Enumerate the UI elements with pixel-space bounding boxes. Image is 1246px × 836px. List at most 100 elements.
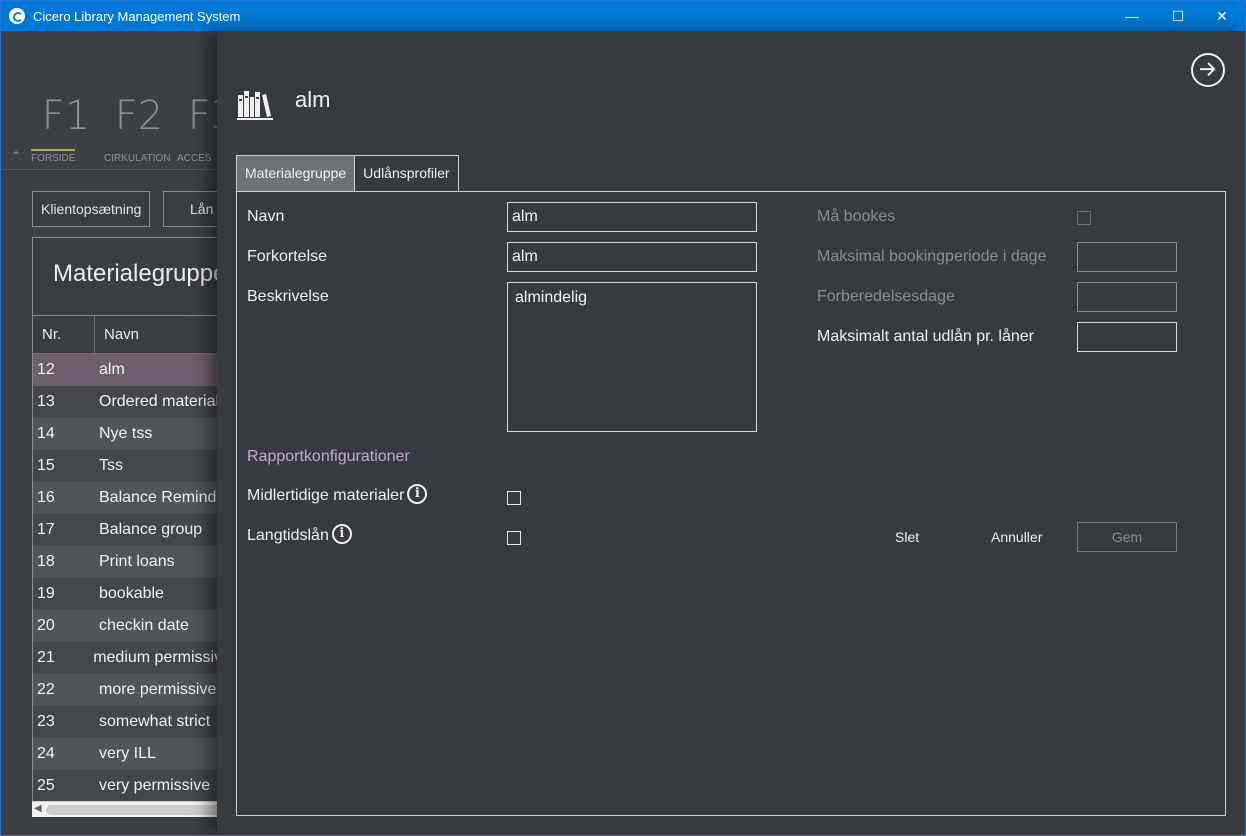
gem-button[interactable]: Gem bbox=[1077, 522, 1177, 552]
row-nr: 19 bbox=[37, 585, 55, 602]
langtidslaan-checkbox[interactable] bbox=[507, 531, 521, 545]
table-row[interactable]: 17 Balance group bbox=[33, 514, 231, 546]
tab-materialegruppe[interactable]: Materialegruppe bbox=[236, 155, 356, 191]
row-navn: Balance Reminder bbox=[99, 489, 231, 506]
row-nr: 16 bbox=[37, 489, 55, 506]
table-row[interactable]: 25 very permissive bbox=[33, 770, 231, 802]
table-row[interactable]: 18 Print loans bbox=[33, 546, 231, 578]
list-header: Nr. Navn bbox=[33, 316, 231, 354]
langtidslaan-label: Langtidslån i bbox=[247, 524, 352, 546]
row-nr: 12 bbox=[37, 361, 55, 378]
maa-bookes-checkbox[interactable] bbox=[1077, 211, 1091, 225]
info-icon[interactable]: i bbox=[331, 524, 352, 544]
navn-label: Navn bbox=[247, 208, 285, 225]
scroll-left-icon[interactable]: ◀ bbox=[34, 803, 42, 814]
books-icon bbox=[237, 91, 273, 120]
row-navn: very ILL bbox=[99, 745, 156, 762]
maks-udlaan-input[interactable] bbox=[1077, 322, 1177, 352]
row-nr: 14 bbox=[37, 425, 55, 442]
cicero-logo-icon bbox=[9, 8, 25, 24]
row-nr: 18 bbox=[37, 553, 55, 570]
row-nr: 24 bbox=[37, 745, 55, 762]
close-window-button[interactable]: ✕ bbox=[1199, 1, 1245, 31]
scroll-thumb[interactable] bbox=[46, 805, 236, 815]
langtidslaan-label-text: Langtidslån bbox=[247, 527, 329, 545]
forkortelse-input[interactable] bbox=[507, 242, 757, 272]
fkey-forside[interactable]: F1 FORSIDE bbox=[31, 93, 101, 164]
midlertidige-checkbox[interactable] bbox=[507, 491, 521, 505]
divider bbox=[1, 169, 217, 170]
forberedelsesdage-label: Forberedelsesdage bbox=[817, 288, 955, 305]
app-window: Cicero Library Management System — ☐ ✕ F… bbox=[0, 0, 1246, 836]
table-row[interactable]: 24 very ILL bbox=[33, 738, 231, 770]
rapportkonfigurationer-heading: Rapportkonfigurationer bbox=[247, 448, 410, 465]
row-nr: 21 bbox=[37, 649, 55, 666]
slet-button[interactable]: Slet bbox=[895, 529, 919, 545]
materialegruppe-form: Navn Forkortelse Beskrivelse almindelig … bbox=[236, 191, 1226, 816]
background-app: F1 FORSIDE F2 CIRKULATION F3 ACCES ⌃ Kli… bbox=[1, 31, 236, 835]
table-row[interactable]: 19 bookable bbox=[33, 578, 231, 610]
row-navn: checkin date bbox=[99, 617, 189, 634]
list-title: Materialegrupper bbox=[33, 238, 231, 316]
row-navn: medium permissive bbox=[93, 649, 231, 666]
midlertidige-label-text: Midlertidige materialer bbox=[247, 487, 405, 505]
table-row[interactable]: 22 more permissive bbox=[33, 674, 231, 706]
row-nr: 23 bbox=[37, 713, 55, 730]
table-row[interactable]: 23 somewhat strict bbox=[33, 706, 231, 738]
table-row[interactable]: 15 Tss bbox=[33, 450, 231, 482]
fkey-cirkulation[interactable]: F2 CIRKULATION bbox=[104, 93, 174, 164]
function-key-nav: F1 FORSIDE F2 CIRKULATION F3 ACCES ⌃ bbox=[1, 31, 236, 171]
row-navn: very permissive bbox=[99, 777, 211, 794]
column-header-nr[interactable]: Nr. bbox=[33, 316, 95, 353]
row-navn: Nye tss bbox=[99, 425, 153, 442]
chevron-up-icon[interactable]: ⌃ bbox=[11, 149, 21, 163]
horizontal-scrollbar[interactable]: ◀ bbox=[32, 801, 236, 817]
fkey-label: CIRKULATION bbox=[104, 153, 171, 164]
row-navn: bookable bbox=[99, 585, 164, 602]
maks-bookingperiode-label: Maksimal bookingperiode i dage bbox=[817, 248, 1047, 265]
row-navn: Balance group bbox=[99, 521, 203, 538]
minimize-button[interactable]: — bbox=[1109, 1, 1155, 31]
navn-input[interactable] bbox=[507, 202, 757, 232]
table-row[interactable]: 16 Balance Reminder bbox=[33, 482, 231, 514]
tab-udlaansprofiler[interactable]: Udlånsprofiler bbox=[355, 155, 459, 191]
maa-bookes-label: Må bookes bbox=[817, 208, 896, 225]
row-nr: 22 bbox=[37, 681, 55, 698]
list-rows: 12 alm 13 Ordered materials 14 Nye tss 15 Tss 16… bbox=[33, 354, 231, 802]
row-navn: alm bbox=[99, 361, 125, 378]
row-navn: more permissive bbox=[99, 681, 217, 698]
panel-title: alm bbox=[295, 87, 331, 112]
maximize-button[interactable]: ☐ bbox=[1155, 1, 1201, 31]
klientopsaetning-button[interactable]: Klientopsætning bbox=[32, 191, 151, 227]
row-navn: Print loans bbox=[99, 553, 175, 570]
fkey-label: FORSIDE bbox=[31, 149, 76, 164]
column-header-navn[interactable]: Navn bbox=[95, 316, 139, 353]
table-row[interactable]: 21 medium permissive bbox=[33, 642, 231, 674]
maks-udlaan-label: Maksimalt antal udlån pr. låner bbox=[817, 328, 1034, 345]
forberedelsesdage-input[interactable] bbox=[1077, 282, 1177, 312]
table-row[interactable]: 20 checkin date bbox=[33, 610, 231, 642]
row-navn: Tss bbox=[99, 457, 123, 474]
title-bar: Cicero Library Management System — ☐ ✕ bbox=[1, 1, 1245, 31]
annuller-button[interactable]: Annuller bbox=[991, 529, 1042, 545]
beskrivelse-label: Beskrivelse bbox=[247, 288, 329, 305]
row-nr: 25 bbox=[37, 777, 55, 794]
maks-bookingperiode-input[interactable] bbox=[1077, 242, 1177, 272]
arrow-right-circle-icon[interactable] bbox=[1191, 53, 1225, 87]
table-row[interactable]: 14 Nye tss bbox=[33, 418, 231, 450]
beskrivelse-textarea[interactable]: almindelig bbox=[507, 282, 757, 432]
window-title: Cicero Library Management System bbox=[33, 9, 241, 24]
table-row[interactable]: 13 Ordered materials bbox=[33, 386, 231, 418]
fkey-label: ACCES bbox=[177, 153, 212, 164]
row-nr: 13 bbox=[37, 393, 55, 410]
tab-bar: Materialegruppe Udlånsprofiler bbox=[236, 155, 459, 191]
detail-panel: alm Materialegruppe Udlånsprofiler Navn … bbox=[217, 31, 1245, 835]
info-icon[interactable]: i bbox=[407, 484, 428, 504]
table-row[interactable]: 12 alm bbox=[33, 354, 231, 386]
fkey-number: F2 bbox=[114, 93, 164, 139]
fkey-number: F1 bbox=[41, 93, 91, 139]
row-nr: 17 bbox=[37, 521, 55, 538]
midlertidige-label: Midlertidige materialer i bbox=[247, 484, 428, 506]
row-navn: Ordered materials bbox=[99, 393, 228, 410]
forkortelse-label: Forkortelse bbox=[247, 248, 328, 265]
